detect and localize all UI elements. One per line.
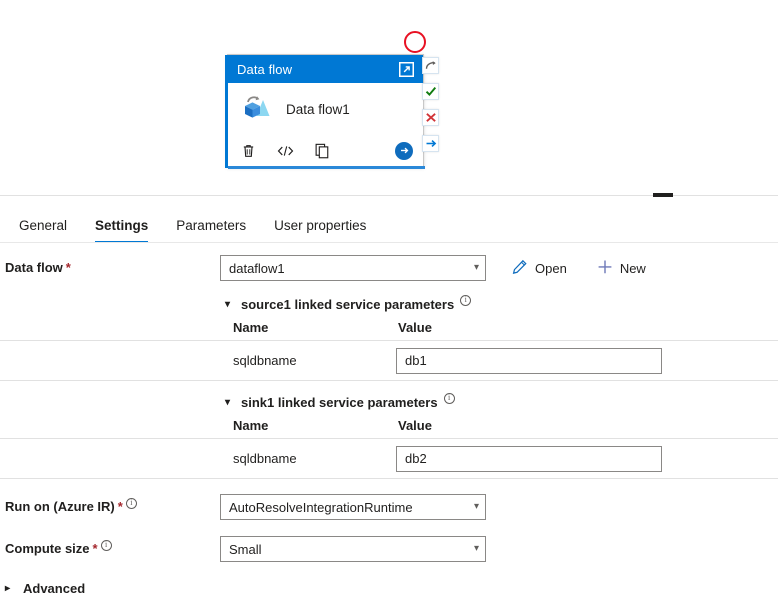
chevron-right-icon: ▸ (5, 583, 15, 594)
tab-general[interactable]: General (5, 218, 81, 243)
card-bottom-accent (228, 166, 425, 169)
table-row: sqldbname (220, 439, 778, 478)
table-row: sqldbname (220, 341, 778, 380)
chevron-down-icon: ▾ (225, 397, 235, 408)
compute-size-row: Compute size * i Small ▾ (0, 536, 778, 562)
chevron-down-icon: ▾ (474, 502, 479, 512)
advanced-label: Advanced (23, 581, 85, 596)
run-on-dropdown-value: AutoResolveIntegrationRuntime (229, 500, 474, 515)
data-flow-dropdown[interactable]: dataflow1 ▾ (220, 255, 486, 281)
activity-card-body: Data flow1 (228, 83, 423, 135)
data-flow-label: Data flow (5, 260, 63, 276)
required-asterisk: * (93, 541, 98, 557)
param-value-cell (396, 348, 662, 374)
run-on-label: Run on (Azure IR) (5, 499, 115, 515)
compute-size-label-group: Compute size * i (0, 536, 220, 562)
compute-size-label: Compute size (5, 541, 90, 557)
column-header-value: Value (396, 418, 432, 433)
duplicate-icon[interactable] (314, 142, 331, 160)
advanced-section-toggle[interactable]: ▸ Advanced (0, 581, 778, 596)
data-flow-row: Data flow * dataflow1 ▾ Open (0, 243, 778, 284)
data-flow-dropdown-value: dataflow1 (229, 261, 474, 276)
on-success-connector[interactable] (422, 83, 439, 100)
info-icon[interactable]: i (460, 295, 471, 306)
data-flow-activity-settings-page: Data flow (0, 0, 778, 598)
compute-size-dropdown[interactable]: Small ▾ (220, 536, 486, 562)
annotation-circle-icon (404, 31, 426, 53)
data-flow-label-group: Data flow * (0, 255, 220, 281)
run-on-dropdown[interactable]: AutoResolveIntegrationRuntime ▾ (220, 494, 486, 520)
code-icon[interactable] (277, 142, 294, 160)
data-flow-activity-card[interactable]: Data flow (227, 54, 424, 167)
open-dataflow-button[interactable]: Open (512, 255, 567, 281)
param-name-cell: sqldbname (220, 451, 396, 466)
tab-settings[interactable]: Settings (81, 218, 162, 243)
row-separator (0, 478, 778, 479)
row-separator (0, 380, 778, 381)
run-on-row: Run on (Azure IR) * i AutoResolveIntegra… (0, 494, 778, 520)
chevron-down-icon: ▾ (225, 299, 235, 310)
open-in-new-icon[interactable] (395, 58, 417, 80)
activity-card-footer (228, 135, 423, 166)
param-name-cell: sqldbname (220, 353, 396, 368)
settings-tabbar: General Settings Parameters User propert… (0, 205, 778, 243)
source-parameters-header[interactable]: ▾ source1 linked service parameters i (220, 294, 778, 314)
new-dataflow-button[interactable]: New (597, 255, 646, 281)
run-arrow-button[interactable] (395, 142, 413, 160)
table-header-row: Name Value (220, 412, 778, 438)
activity-card-header: Data flow (228, 55, 423, 83)
tab-parameters[interactable]: Parameters (162, 218, 260, 243)
chevron-down-icon: ▾ (474, 263, 479, 273)
sink-parameters-header[interactable]: ▾ sink1 linked service parameters i (220, 392, 778, 412)
info-icon[interactable]: i (444, 393, 455, 404)
required-asterisk: * (118, 499, 123, 515)
panel-resize-handle[interactable] (653, 193, 673, 197)
tab-user-properties[interactable]: User properties (260, 218, 380, 243)
param-value-cell (396, 446, 662, 472)
source-parameters-table: Name Value (220, 314, 778, 340)
source-parameters-group: ▾ source1 linked service parameters i Na… (220, 294, 778, 340)
settings-form: Data flow * dataflow1 ▾ Open (0, 243, 778, 596)
source-parameters-title: source1 linked service parameters (241, 297, 454, 312)
connector-button-stack (422, 57, 440, 161)
table-header-row: Name Value (220, 314, 778, 340)
run-on-label-group: Run on (Azure IR) * i (0, 494, 220, 520)
pencil-icon (512, 259, 528, 278)
plus-icon (597, 259, 613, 278)
open-dataflow-label: Open (535, 261, 567, 276)
data-flow-icon (240, 93, 276, 125)
on-completion-connector[interactable] (422, 57, 439, 74)
info-icon[interactable]: i (126, 498, 137, 509)
data-flow-controls: dataflow1 ▾ Open (220, 255, 646, 281)
tab-user-properties-label: User properties (274, 218, 366, 233)
new-dataflow-label: New (620, 261, 646, 276)
column-header-value: Value (396, 320, 432, 335)
activity-name-label: Data flow1 (286, 102, 350, 117)
activity-card-title: Data flow (237, 62, 395, 77)
on-skip-connector[interactable] (422, 135, 439, 152)
on-failure-connector[interactable] (422, 109, 439, 126)
sink-parameters-title: sink1 linked service parameters (241, 395, 438, 410)
column-header-name: Name (220, 418, 396, 433)
source-param-value-input[interactable] (396, 348, 662, 374)
tab-settings-label: Settings (95, 218, 148, 233)
delete-icon[interactable] (240, 142, 257, 160)
column-header-name: Name (220, 320, 396, 335)
sink-param-value-input[interactable] (396, 446, 662, 472)
info-icon[interactable]: i (101, 540, 112, 551)
tab-general-label: General (19, 218, 67, 233)
sink-parameters-group: ▾ sink1 linked service parameters i Name… (220, 392, 778, 438)
chevron-down-icon: ▾ (474, 544, 479, 554)
tab-parameters-label: Parameters (176, 218, 246, 233)
sink-parameters-table: Name Value (220, 412, 778, 438)
required-asterisk: * (66, 260, 71, 276)
compute-size-dropdown-value: Small (229, 542, 474, 557)
pipeline-canvas[interactable]: Data flow (0, 0, 778, 195)
